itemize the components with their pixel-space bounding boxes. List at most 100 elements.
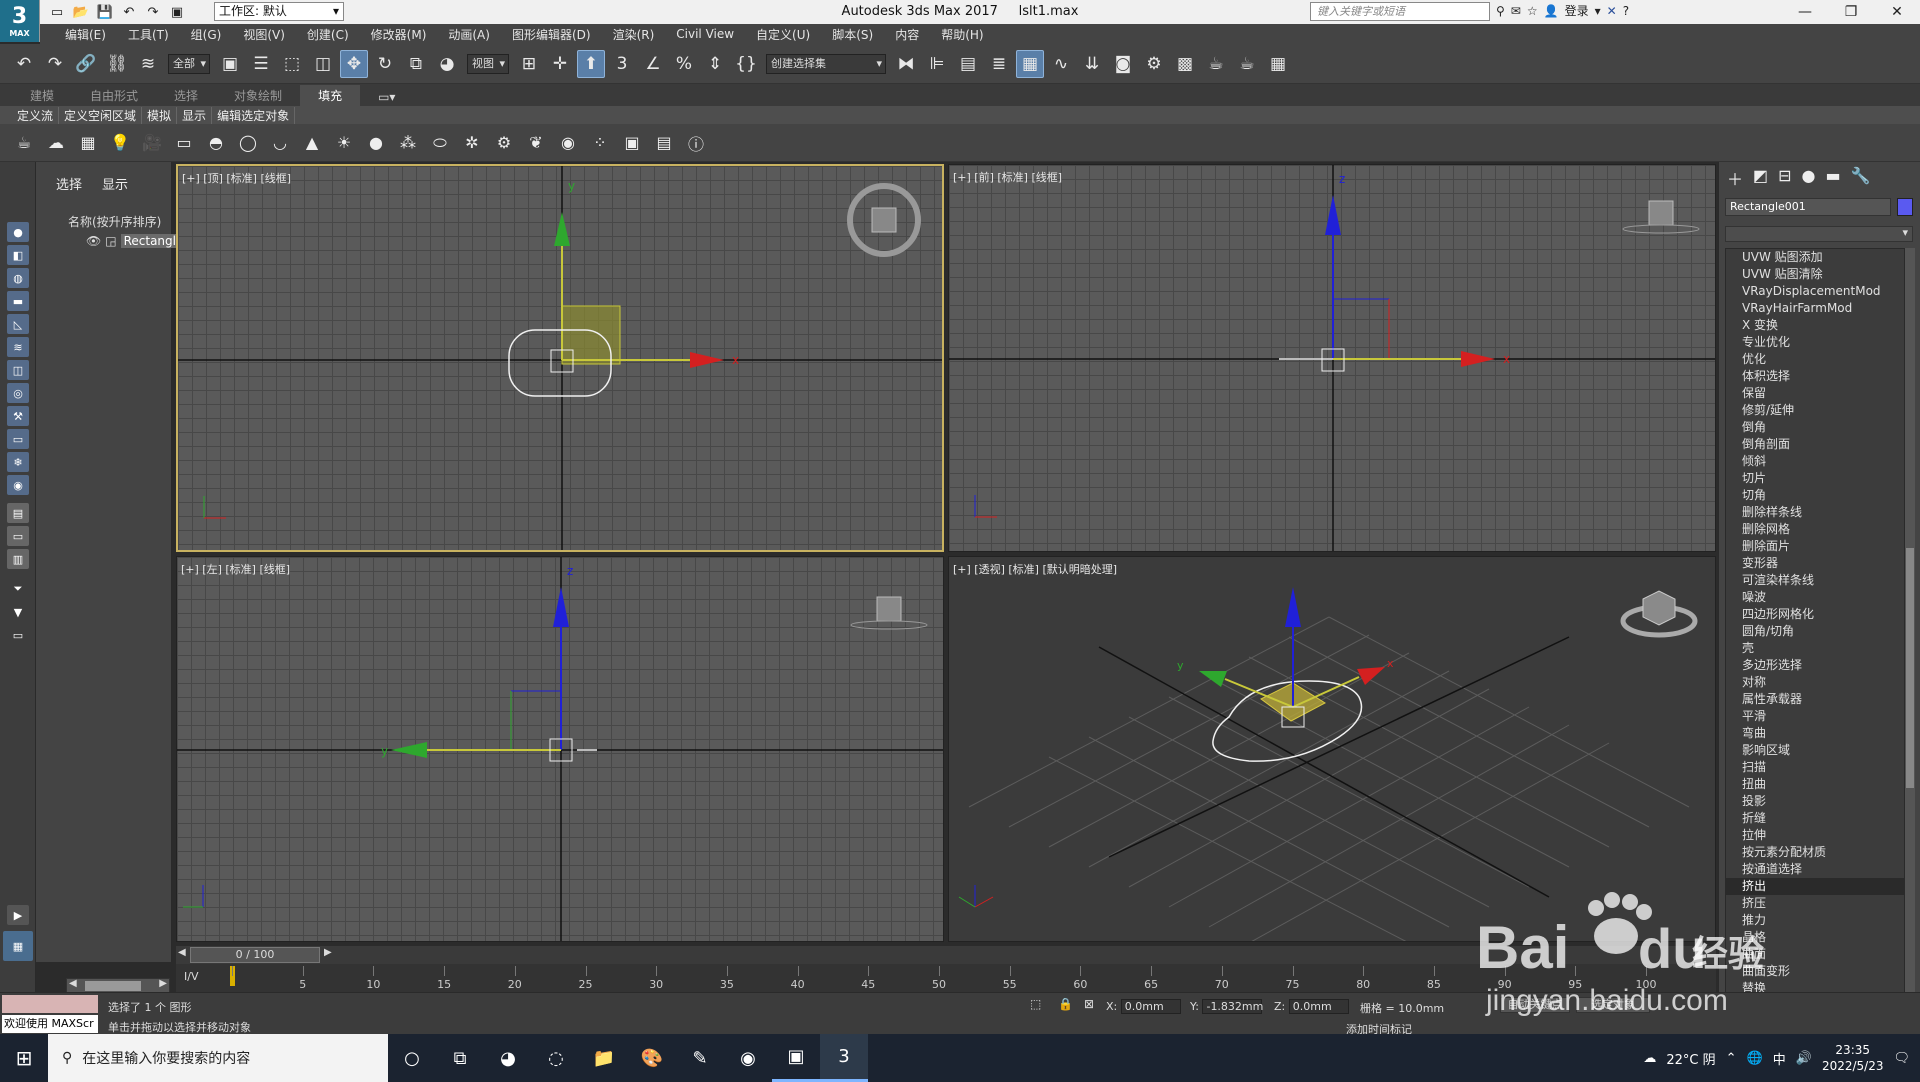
explorer-tab-select[interactable]: 选择 — [56, 174, 82, 193]
display-none-icon[interactable]: ▭ — [7, 526, 29, 546]
invert-display-icon[interactable]: ▥ — [7, 549, 29, 569]
sphere-light-icon[interactable]: ◯ — [234, 129, 262, 157]
modifier-item[interactable]: 按通道选择 — [1726, 861, 1904, 878]
funnel-icon[interactable]: ▼ — [7, 602, 29, 622]
render-in-cloud-icon[interactable]: ▦ — [1264, 50, 1292, 78]
new-file-icon[interactable]: ▭ — [46, 2, 68, 22]
modifier-item[interactable]: 平滑 — [1726, 708, 1904, 725]
maxscript-welcome[interactable]: 欢迎使用 MAXScr — [2, 1015, 98, 1033]
material-ball-icon[interactable]: ◉ — [554, 129, 582, 157]
unlink-icon[interactable]: ⛓ — [103, 50, 131, 78]
coord-x-input[interactable]: 0.0mm — [1120, 999, 1181, 1014]
calendar-icon[interactable]: ▦ — [74, 129, 102, 157]
curve-editor-mini-icon[interactable]: I∕V — [184, 970, 198, 983]
bones-filter-icon[interactable]: ⚒ — [7, 406, 29, 426]
modifier-list-scrollbar[interactable] — [1905, 248, 1915, 1028]
modifier-item[interactable]: 变形器 — [1726, 555, 1904, 572]
3dsmax-taskbar-icon[interactable]: 3 — [820, 1034, 868, 1082]
volume-icon[interactable]: 🔊 — [1796, 1051, 1812, 1066]
ribbon-options-icon[interactable]: ▭▾ — [360, 88, 413, 106]
viewport-front[interactable]: [+] [前] [标准] [线框] z x — [948, 164, 1716, 552]
modify-tab-icon[interactable]: ◩ — [1753, 166, 1768, 190]
layer-explorer-icon[interactable]: ≣ — [985, 50, 1013, 78]
properties-icon[interactable]: ▤ — [650, 129, 678, 157]
time-slider-handle[interactable]: 0 / 100 — [190, 947, 320, 963]
login-dropdown-icon[interactable]: ▾ — [1595, 4, 1601, 18]
menu-rendering[interactable]: 渲染(R) — [602, 26, 666, 43]
viewcube-front[interactable] — [1648, 200, 1674, 226]
object-name-field[interactable]: Rectangle001 — [1725, 198, 1891, 216]
modifier-item[interactable]: 按元素分配材质 — [1726, 844, 1904, 861]
camera-icon[interactable]: 🎥 — [138, 129, 166, 157]
plant-icon[interactable]: ❦ — [522, 129, 550, 157]
image-viewer-icon[interactable]: ▣ — [772, 1034, 820, 1082]
tab-object-paint[interactable]: 对象绘制 — [216, 85, 300, 106]
windows-start-icon[interactable]: ⊞ — [0, 1034, 48, 1082]
snaps-toggle-icon[interactable]: 3 — [608, 50, 636, 78]
communication-icon[interactable]: ✉ — [1511, 4, 1521, 18]
explorer-tab-display[interactable]: 显示 — [102, 174, 128, 193]
taskbar-search-box[interactable]: ⚲ 在这里输入你要搜索的内容 — [48, 1034, 388, 1082]
viewport-perspective[interactable]: [+] [透视] [标准] [默认明暗处理] x y — [948, 556, 1716, 942]
curve-editor-icon[interactable]: ∿ — [1047, 50, 1075, 78]
modifier-item[interactable]: 影响区域 — [1726, 742, 1904, 759]
redo-icon[interactable]: ↷ — [142, 2, 164, 22]
undo-icon[interactable]: ↶ — [10, 50, 38, 78]
modifier-item[interactable]: 扫描 — [1726, 759, 1904, 776]
close-icon[interactable]: ✕ — [1874, 0, 1920, 24]
modifier-item[interactable]: 推力 — [1726, 912, 1904, 929]
taskbar-clock[interactable]: 23:35 2022/5/23 — [1822, 1042, 1884, 1074]
motion-tab-icon[interactable]: ● — [1802, 166, 1816, 190]
modifier-item[interactable]: 对称 — [1726, 674, 1904, 691]
track-bar[interactable]: I∕V 5 10 15 20 25 30 35 40 45 50 55 60 65 70 75 80 85 90 9… — [176, 964, 1716, 992]
modifier-item[interactable]: 壳 — [1726, 640, 1904, 657]
help-icon[interactable]: ⓘ — [682, 129, 710, 157]
autodesk-x-icon[interactable]: ✕ — [1607, 4, 1617, 18]
save-file-icon[interactable]: 💾 — [94, 2, 116, 22]
select-and-scale-icon[interactable]: ⧉ — [402, 50, 430, 78]
modifier-item[interactable]: 倒角剖面 — [1726, 436, 1904, 453]
modifier-item[interactable]: 删除面片 — [1726, 538, 1904, 555]
xrefs-filter-icon[interactable]: ◎ — [7, 383, 29, 403]
modifier-item[interactable]: 晶格 — [1726, 929, 1904, 946]
hidden-filter-icon[interactable]: ◉ — [7, 475, 29, 495]
render-production-icon[interactable]: ☕ — [1202, 50, 1230, 78]
time-prev-icon[interactable]: ◀ — [178, 947, 186, 958]
keyword-search-input[interactable]: 键入关键字或短语 — [1310, 2, 1490, 21]
expand-arrow-icon[interactable]: ▶ — [7, 905, 29, 925]
scroll-left-icon[interactable]: ◀ — [69, 978, 77, 989]
modifier-item[interactable]: UVW 贴图清除 — [1726, 266, 1904, 283]
modifier-item[interactable]: 可渲染样条线 — [1726, 572, 1904, 589]
modifier-item[interactable]: 折缝 — [1726, 810, 1904, 827]
cortana-icon[interactable]: ○ — [388, 1034, 436, 1082]
modifier-item[interactable]: VRayHairFarmMod — [1726, 300, 1904, 317]
selection-filter-select[interactable]: 全部 — [168, 53, 210, 74]
modifier-item[interactable]: 曲面 — [1726, 946, 1904, 963]
tab-selection[interactable]: 选择 — [156, 85, 216, 106]
maxscript-listener-input[interactable] — [2, 995, 98, 1013]
select-and-move-icon[interactable]: ✥ — [340, 49, 368, 78]
gear-icon[interactable]: ⚙ — [490, 129, 518, 157]
hair-icon[interactable]: ⁂ — [394, 129, 422, 157]
multi-material-icon[interactable]: ⁘ — [586, 129, 614, 157]
object-color-swatch[interactable] — [1897, 198, 1913, 216]
weather-text[interactable]: 22°C 阴 — [1666, 1049, 1715, 1068]
menu-group[interactable]: 组(G) — [180, 26, 233, 43]
helpers-filter-icon[interactable]: ◺ — [7, 314, 29, 334]
binoculars-icon[interactable]: ⚲ — [1496, 4, 1505, 18]
select-object-icon[interactable]: ▣ — [216, 50, 244, 78]
menu-edit[interactable]: 编辑(E) — [54, 26, 117, 43]
spacewarps-filter-icon[interactable]: ≋ — [7, 337, 29, 357]
angle-snap-icon[interactable]: ∠ — [639, 50, 667, 78]
explorer-column-header[interactable]: 名称(按升序排序) — [36, 213, 171, 230]
scroll-thumb[interactable] — [85, 981, 141, 991]
menu-graph-editors[interactable]: 图形编辑器(D) — [501, 26, 602, 43]
menu-scripting[interactable]: 脚本(S) — [821, 26, 884, 43]
login-button[interactable]: 登录 — [1565, 2, 1589, 19]
rendered-frame-window-icon[interactable]: ▩ — [1171, 50, 1199, 78]
modifier-item[interactable]: 拉伸 — [1726, 827, 1904, 844]
define-flows-button[interactable]: 定义流 — [12, 106, 60, 124]
modifier-item[interactable]: 切片 — [1726, 470, 1904, 487]
tab-freeform[interactable]: 自由形式 — [72, 85, 156, 106]
modifier-scroll-thumb[interactable] — [1906, 548, 1914, 788]
